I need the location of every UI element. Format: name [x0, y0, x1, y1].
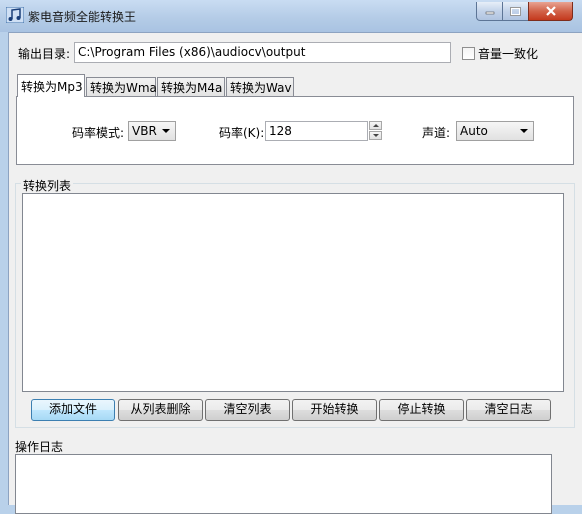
normalize-volume-checkbox[interactable]: [462, 47, 475, 60]
channel-select[interactable]: Auto: [456, 121, 534, 141]
maximize-icon: [510, 6, 521, 16]
bitrate-label: 码率(K):: [219, 126, 265, 140]
output-dir-input[interactable]: C:\Program Files (x86)\audiocv\output: [74, 42, 451, 63]
channel-value: Auto: [460, 124, 488, 138]
bitrate-input[interactable]: 128: [265, 121, 368, 141]
bitrate-spin-up-icon[interactable]: [369, 121, 382, 130]
bitrate-spin-down-icon[interactable]: [369, 131, 382, 140]
output-dir-label: 输出目录:: [18, 47, 71, 61]
start-convert-button[interactable]: 开始转换: [292, 399, 377, 421]
log-label: 操作日志: [15, 440, 64, 454]
stop-convert-button[interactable]: 停止转换: [379, 399, 464, 421]
tab-wav[interactable]: 转换为Wav: [226, 77, 294, 96]
normalize-volume-label: 音量一致化: [478, 47, 539, 61]
bitrate-mode-label: 码率模式:: [72, 126, 125, 140]
close-button[interactable]: [528, 2, 573, 21]
minimize-icon: [485, 11, 494, 15]
tab-mp3[interactable]: 转换为Mp3: [17, 74, 85, 97]
tab-m4a[interactable]: 转换为M4a: [157, 77, 225, 96]
tab-wma[interactable]: 转换为Wma: [86, 77, 157, 96]
client-area: 输出目录: C:\Program Files (x86)\audiocv\out…: [8, 32, 582, 514]
minimize-button[interactable]: [476, 2, 503, 21]
add-file-button[interactable]: 添加文件: [31, 399, 115, 421]
convert-list[interactable]: [22, 193, 564, 392]
title-bar[interactable]: 紫电音频全能转换王: [0, 0, 582, 32]
remove-from-list-button[interactable]: 从列表删除: [118, 399, 203, 421]
bitrate-mode-value: VBR: [132, 124, 157, 138]
close-icon: [545, 6, 556, 16]
bitrate-mode-select[interactable]: VBR: [128, 121, 176, 141]
convert-list-label: 转换列表: [21, 177, 74, 194]
maximize-button[interactable]: [502, 2, 529, 21]
music-note-icon: [6, 7, 24, 23]
clear-log-button[interactable]: 清空日志: [466, 399, 551, 421]
chevron-down-icon: [162, 129, 170, 133]
mp3-settings-panel: 码率模式: VBR 码率(K): 128 声道: Auto: [16, 96, 574, 165]
window-title: 紫电音频全能转换王: [28, 10, 137, 24]
clear-list-button[interactable]: 清空列表: [205, 399, 290, 421]
channel-label: 声道:: [422, 126, 451, 140]
log-textarea[interactable]: [15, 454, 552, 514]
chevron-down-icon: [520, 129, 528, 133]
